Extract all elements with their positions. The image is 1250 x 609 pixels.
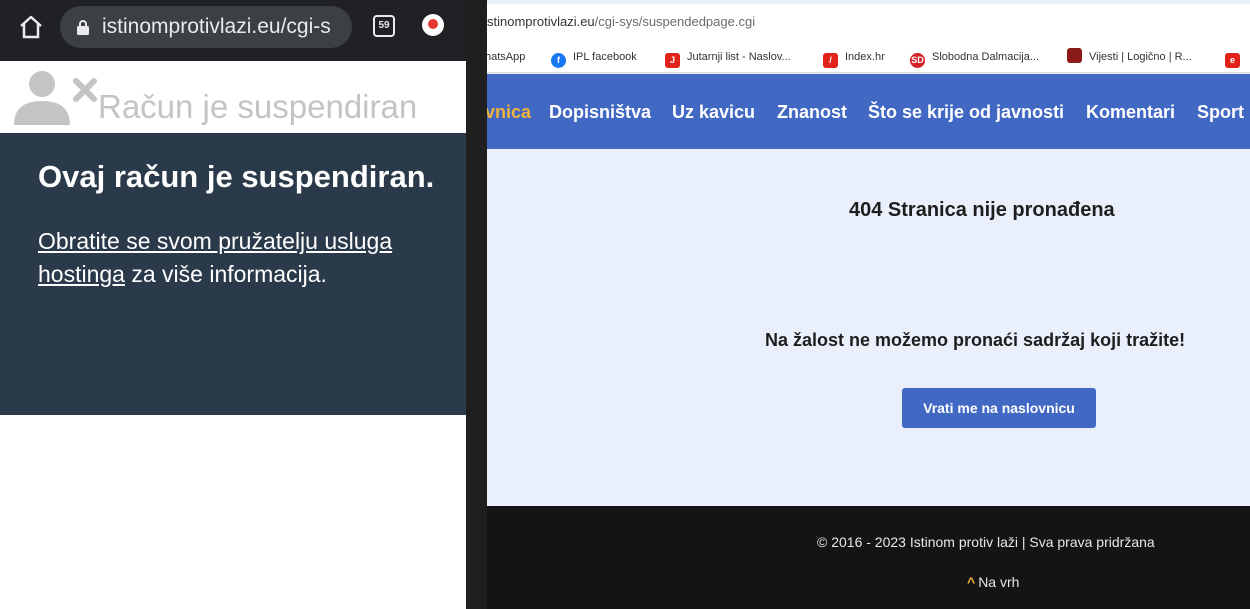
back-to-top-label: Na vrh xyxy=(978,574,1020,590)
facebook-icon: f xyxy=(551,53,566,68)
vijesti-icon xyxy=(1067,48,1082,63)
suspended-message-rest: za više informacija. xyxy=(124,261,327,287)
bookmark-label: IPL facebook xyxy=(573,51,637,63)
suspended-panel: Ovaj račun je suspendiran. Obratite se s… xyxy=(0,133,466,415)
site-footer: © 2016 - 2023 Istinom protiv laži | Sva … xyxy=(487,506,1250,609)
nav-item-uz-kavicu[interactable]: Uz kavicu xyxy=(672,102,755,123)
error-message: Na žalost ne možemo pronaći sadržaj koji… xyxy=(765,330,1186,350)
mobile-url-text: istinomprotivlazi.eu/cgi-s xyxy=(102,15,331,38)
suspended-message: Obratite se svom pružatelju usluga hosti… xyxy=(38,225,438,291)
site-nav: vnica Dopisništva Uz kavicu Znanost Što … xyxy=(487,74,1250,149)
error-heading: 404 Stranica nije pronađena xyxy=(849,199,1115,221)
bookmark-label: Jutarnji list - Naslov... xyxy=(687,51,791,63)
desktop-browser: stinomprotivlazi.eu/cgi-sys/suspendedpag… xyxy=(487,0,1250,609)
mobile-browser: istinomprotivlazi.eu/cgi-s 59 Račun je s… xyxy=(0,0,466,609)
nav-item-komentari[interactable]: Komentari xyxy=(1086,102,1175,123)
jutarnji-icon: J xyxy=(665,53,680,68)
suspended-title: Ovaj račun je suspendiran. xyxy=(38,159,435,194)
bookmark-jutarnji[interactable]: J Jutarnji list - Naslov... xyxy=(665,48,791,68)
e-icon: e xyxy=(1225,53,1240,68)
bookmark-label: Vijesti | Logično | R... xyxy=(1089,51,1192,63)
bookmark-whatsapp[interactable]: hatsApp xyxy=(487,48,525,66)
nav-item-naslovnica[interactable]: vnica xyxy=(487,102,531,123)
desktop-address-bar[interactable]: stinomprotivlazi.eu/cgi-sys/suspendedpag… xyxy=(487,4,1250,40)
lock-icon xyxy=(77,20,89,35)
user-suspended-icon xyxy=(14,71,97,125)
suspended-header-title: Račun je suspendiran xyxy=(98,88,418,125)
bookmark-label: Index.hr xyxy=(845,51,885,63)
back-to-top-link[interactable]: ^ Na vrh xyxy=(967,574,1019,590)
bookmark-label: Slobodna Dalmacija... xyxy=(932,51,1040,63)
index-icon: / xyxy=(823,53,838,68)
nav-item-sport[interactable]: Sport xyxy=(1197,102,1244,123)
update-icon[interactable] xyxy=(422,14,444,36)
back-home-button[interactable]: Vrati me na naslovnicu xyxy=(902,388,1096,428)
chevron-up-icon: ^ xyxy=(967,574,976,590)
nav-item-znanost[interactable]: Znanost xyxy=(777,102,847,123)
bookmarks-bar: hatsApp f IPL facebook J Jutarnji list - N… xyxy=(487,40,1250,73)
screenshot-divider xyxy=(466,0,487,609)
bookmark-index[interactable]: / Index.hr xyxy=(823,48,885,68)
nav-item-sto-se-krije[interactable]: Što se krije od javnosti xyxy=(868,102,1064,123)
url-path: /cgi-sys/suspendedpage.cgi xyxy=(594,14,756,29)
mobile-address-bar[interactable]: istinomprotivlazi.eu/cgi-s xyxy=(60,6,352,48)
home-icon[interactable] xyxy=(18,14,44,40)
bookmark-vijesti[interactable]: Vijesti | Logično | R... xyxy=(1067,48,1192,66)
nav-item-dopisnistva[interactable]: Dopisništva xyxy=(549,102,651,123)
suspended-header: Račun je suspendiran xyxy=(0,61,466,133)
tab-switcher-icon[interactable]: 59 xyxy=(373,15,395,37)
url-host: stinomprotivlazi.eu xyxy=(487,14,595,29)
bookmark-label: hatsApp xyxy=(487,51,526,63)
footer-copyright: © 2016 - 2023 Istinom protiv laži | Sva … xyxy=(817,534,1155,550)
main-content: 404 Stranica nije pronađena Na žalost ne… xyxy=(487,149,1250,506)
bookmark-slobodna-dalmacija[interactable]: SD Slobodna Dalmacija... xyxy=(910,48,1040,68)
desktop-url-text: stinomprotivlazi.eu/cgi-sys/suspendedpag… xyxy=(487,14,755,29)
bookmark-e[interactable]: e xyxy=(1225,48,1247,68)
slobodna-dalmacija-icon: SD xyxy=(910,53,925,68)
bookmark-ipl-facebook[interactable]: f IPL facebook xyxy=(551,48,637,68)
mobile-toolbar: istinomprotivlazi.eu/cgi-s 59 xyxy=(0,0,466,61)
